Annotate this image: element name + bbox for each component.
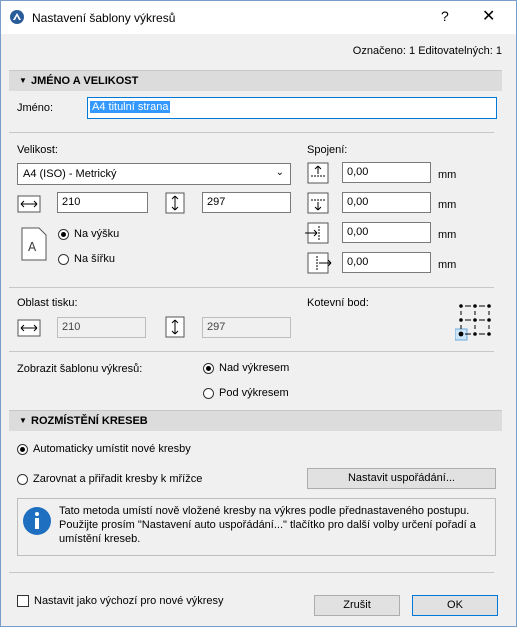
separator: [9, 572, 494, 573]
below-drawing-radio[interactable]: [203, 388, 214, 399]
height-icon: [165, 192, 185, 214]
margin-left-value: 0,00: [347, 226, 369, 238]
width-value: 210: [62, 196, 81, 208]
margin-top-icon: [307, 162, 329, 184]
info-text: Tato metoda umístí nově vložené kresby n…: [59, 505, 476, 545]
print-width-value: 210: [62, 321, 81, 333]
margin-left-unit: mm: [438, 229, 457, 241]
collapse-arrow-icon: ▼: [19, 76, 27, 85]
grid-align-radio[interactable]: [17, 474, 28, 485]
portrait-radio[interactable]: [58, 229, 69, 240]
app-icon: [10, 10, 24, 24]
landscape-label: Na šířku: [74, 253, 115, 265]
set-default-label: Nastavit jako výchozí pro nové výkresy: [34, 595, 224, 607]
margin-left-icon: [305, 222, 329, 244]
anchor-label: Kotevní bod:: [307, 297, 369, 309]
margin-top-unit: mm: [438, 169, 457, 181]
margin-right-icon: [307, 252, 332, 274]
section-header-layout[interactable]: ▼ ROZMÍSTĚNÍ KRESEB: [9, 410, 502, 431]
page-orientation-icon: A: [21, 227, 47, 261]
size-label: Velikost:: [17, 144, 58, 156]
margin-bottom-unit: mm: [438, 199, 457, 211]
cancel-button[interactable]: Zrušit: [314, 595, 400, 616]
margin-top-input[interactable]: 0,00: [342, 162, 431, 183]
name-label: Jméno:: [17, 102, 54, 114]
size-select-value: A4 (ISO) - Metrický: [23, 168, 117, 180]
height-value: 297: [207, 196, 226, 208]
section-title: JMÉNO A VELIKOST: [31, 75, 139, 87]
separator: [9, 287, 494, 288]
portrait-label: Na výšku: [74, 228, 120, 240]
name-input[interactable]: A4 titulní strana: [87, 97, 497, 119]
margins-label: Spojení:: [307, 144, 348, 156]
collapse-arrow-icon: ▼: [19, 416, 27, 425]
ok-button[interactable]: OK: [412, 595, 498, 616]
info-icon: [23, 507, 51, 535]
above-drawing-label: Nad výkresem: [219, 362, 290, 374]
size-select[interactable]: A4 (ISO) - Metrický ⌄: [17, 163, 291, 185]
above-drawing-radio[interactable]: [203, 363, 214, 374]
separator: [9, 351, 494, 352]
close-button[interactable]: ✕: [482, 6, 495, 26]
section-header-name-size[interactable]: ▼ JMÉNO A VELIKOST: [9, 70, 502, 91]
margin-bottom-input[interactable]: 0,00: [342, 192, 431, 213]
name-input-value: A4 titulní strana: [90, 101, 171, 113]
auto-place-radio[interactable]: [17, 444, 28, 455]
margin-left-input[interactable]: 0,00: [342, 222, 431, 243]
help-button[interactable]: ?: [441, 8, 449, 24]
width-icon: [17, 195, 41, 213]
info-panel: Tato metoda umístí nově vložené kresby n…: [17, 498, 496, 556]
margin-right-value: 0,00: [347, 256, 369, 268]
set-default-checkbox[interactable]: [17, 595, 29, 607]
below-drawing-label: Pod výkresem: [219, 387, 289, 399]
margin-bottom-value: 0,00: [347, 196, 369, 208]
margin-bottom-icon: [307, 192, 329, 214]
display-template-label: Zobrazit šablonu výkresů:: [17, 363, 143, 375]
auto-place-label: Automaticky umístit nové kresby: [33, 443, 191, 455]
window-title: Nastavení šablony výkresů: [32, 11, 176, 25]
print-area-label: Oblast tisku:: [17, 297, 78, 309]
margin-top-value: 0,00: [347, 166, 369, 178]
print-height-value: 297: [207, 321, 226, 333]
section-title: ROZMÍSTĚNÍ KRESEB: [31, 415, 148, 427]
anchor-point-selector[interactable]: [455, 301, 495, 341]
svg-text:A: A: [28, 240, 37, 254]
print-width-icon: [17, 319, 41, 337]
chevron-down-icon: ⌄: [275, 167, 284, 178]
width-input[interactable]: 210: [57, 192, 148, 213]
landscape-radio[interactable]: [58, 254, 69, 265]
height-input[interactable]: 297: [202, 192, 291, 213]
title-bar[interactable]: Nastavení šablony výkresů ? ✕: [1, 1, 516, 34]
margin-right-unit: mm: [438, 259, 457, 271]
print-width-field: 210: [57, 317, 146, 338]
status-text: Označeno: 1 Editovatelných: 1: [352, 45, 502, 57]
print-height-field: 297: [202, 317, 291, 338]
margin-right-input[interactable]: 0,00: [342, 252, 431, 273]
arrangement-settings-button[interactable]: Nastavit uspořádání...: [307, 468, 496, 489]
separator: [9, 132, 494, 133]
dialog-window: Nastavení šablony výkresů ? ✕ Označeno: …: [0, 0, 517, 627]
print-height-icon: [165, 316, 185, 338]
grid-align-label: Zarovnat a přiřadit kresby k mřížce: [33, 473, 203, 485]
